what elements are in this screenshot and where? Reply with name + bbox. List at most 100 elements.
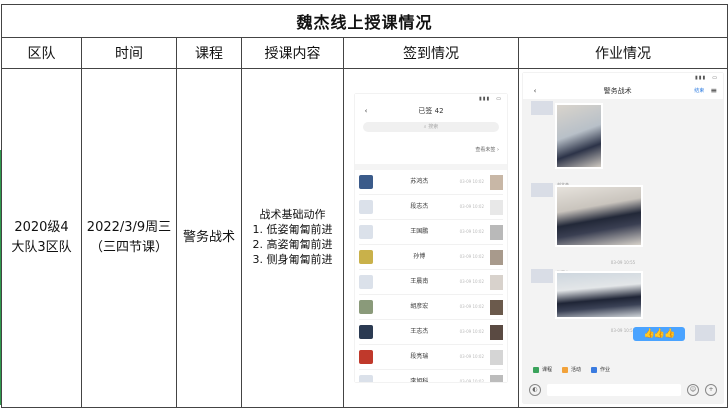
- avatar: [359, 375, 373, 382]
- header-checkin: 签到情况: [343, 37, 519, 69]
- checkin-time: 03-09 10:02: [459, 229, 484, 234]
- activity-icon: [562, 367, 569, 373]
- course-icon: [533, 367, 540, 373]
- avatar: [359, 175, 373, 189]
- checkin-time: 03-09 10:02: [459, 329, 484, 334]
- homework-nav: ‹ 警务战术 结束 ≡: [523, 83, 724, 99]
- student-name: 王晨南: [410, 278, 429, 285]
- content-cell: 战术基础动作 1. 低姿匍匐前进 2. 高姿匍匐前进 3. 侧身匍匐前进: [241, 68, 344, 408]
- timestamp: 03-09 10:55: [610, 328, 636, 333]
- list-item: 王国鹏 03-09 10:02: [359, 220, 503, 245]
- content-title: 战术基础动作: [259, 207, 326, 221]
- timestamp: 03-09 10:55: [610, 260, 636, 265]
- title-row: 魏杰线上授课情况: [0, 4, 728, 38]
- checkin-cell: ▮▮▮ ▭ ‹ 已签 42 ⌕ 搜索 查看未签 › 苏鸿杰 03-09 10:02 …: [343, 68, 519, 408]
- checkin-photo: [490, 374, 503, 382]
- homework-screenshot: ▮▮▮▭ ‹ 警务战术 结束 ≡ 刘文杰 03-09 10:55: [523, 73, 724, 403]
- unit-cell: 2020级4大队3区队: [1, 68, 82, 408]
- list-item: 王晨南 03-09 10:02: [359, 270, 503, 295]
- back-icon: ‹: [533, 87, 537, 95]
- battery-icon: ▭: [496, 96, 501, 102]
- list-item: 胡彦宏 03-09 10:02: [359, 295, 503, 320]
- header-row: 区队 时间 课程 授课内容 签到情况 作业情况: [1, 37, 728, 69]
- checkin-time: 03-09 10:02: [459, 179, 484, 184]
- time-period: （三四节课）: [89, 240, 168, 255]
- tool-label: 活动: [571, 367, 582, 373]
- list-item: 段亮瑞 03-09 10:02: [359, 345, 503, 370]
- emoji-icon: ☺: [687, 384, 700, 396]
- plus-icon: +: [705, 384, 718, 396]
- avatar: [359, 350, 373, 364]
- time-date: 2022/3/9周三: [86, 220, 172, 235]
- checkin-photo: [490, 299, 503, 315]
- checkin-photo: [490, 324, 503, 340]
- avatar: [359, 200, 373, 214]
- done-label: 结束: [694, 88, 705, 94]
- student-name: 苏鸿杰: [410, 178, 429, 185]
- checkin-time: 03-09 10:02: [459, 204, 484, 209]
- student-name: 李旭科: [410, 378, 429, 382]
- checkin-photo: [490, 174, 503, 190]
- student-name: 段志杰: [410, 203, 429, 210]
- chat-toolbar: 课程 活动 作业: [523, 360, 724, 380]
- reply-bubble: 👍👍👍: [633, 327, 686, 341]
- list-item: 苏鸿杰 03-09 10:02: [359, 170, 503, 195]
- checkin-photo: [490, 249, 503, 265]
- time-cell: 2022/3/9周三 （三四节课）: [81, 68, 177, 408]
- list-item: 王志杰 03-09 10:02: [359, 320, 503, 345]
- checkin-photo: [490, 199, 503, 215]
- avatar: [359, 300, 373, 314]
- lesson-row: 2020级4大队3区队 2022/3/9周三 （三四节课） 警务战术 战术基础动…: [1, 68, 728, 408]
- header-time: 时间: [81, 37, 177, 69]
- checkin-nav: ‹ 已签 42: [355, 104, 507, 118]
- avatar: [531, 269, 554, 283]
- tool-course: 课程: [533, 360, 552, 380]
- header-course: 课程: [176, 37, 242, 69]
- list-item: 段志杰 03-09 10:02: [359, 195, 503, 220]
- report-table: 魏杰线上授课情况 区队 时间 课程 授课内容 签到情况 作业情况 2020级4大…: [0, 4, 728, 408]
- search-icon: ⌕: [423, 124, 427, 130]
- checkin-time: 03-09 10:02: [459, 354, 484, 359]
- course-cell: 警务战术: [176, 68, 242, 408]
- student-name: 胡彦宏: [410, 303, 429, 310]
- checkin-list: 苏鸿杰 03-09 10:02 段志杰 03-09 10:02 王国鹏 03-09 1…: [355, 170, 507, 382]
- homework-photo: [555, 103, 604, 169]
- chat-input-bar: ◐ ☺ +: [523, 381, 723, 399]
- checkin-screenshot: ▮▮▮ ▭ ‹ 已签 42 ⌕ 搜索 查看未签 › 苏鸿杰 03-09 10:02 …: [355, 94, 507, 382]
- sheet-title: 魏杰线上授课情况: [0, 4, 728, 38]
- checkin-time: 03-09 10:02: [459, 379, 484, 382]
- list-item: 孙博 03-09 10:02: [359, 245, 503, 270]
- tool-homework: 作业: [591, 360, 610, 380]
- homework-icon: [591, 367, 598, 373]
- back-icon: ‹: [364, 107, 368, 115]
- lesson-report-sheet: 魏杰线上授课情况 区队 时间 课程 授课内容 签到情况 作业情况 2020级4大…: [0, 0, 728, 411]
- checkin-time: 03-09 10:02: [459, 254, 484, 259]
- avatar: [531, 183, 554, 197]
- tool-label: 课程: [542, 367, 553, 373]
- content-item: 2. 高姿匍匐前进: [252, 237, 333, 251]
- unit-text: 2020级4大队3区队: [11, 220, 72, 255]
- header-content: 授课内容: [241, 37, 344, 69]
- view-unsigned-label: 查看未签: [475, 147, 496, 153]
- checkin-photo: [490, 274, 503, 290]
- student-name: 孙博: [413, 253, 426, 260]
- avatar: [359, 225, 373, 239]
- checkin-time: 03-09 10:02: [459, 279, 484, 284]
- chat-area: 刘文杰 03-09 10:55 张嘉文 03-09 10:55 👍👍👍: [523, 99, 723, 357]
- checkin-photo: [490, 349, 503, 365]
- content-item: 1. 低姿匍匐前进: [252, 222, 333, 236]
- avatar: [359, 325, 373, 339]
- checkin-search: ⌕ 搜索: [363, 122, 499, 132]
- checkin-photo: [490, 224, 503, 240]
- homework-title: 警务战术: [603, 87, 632, 95]
- student-name: 王志杰: [410, 328, 429, 335]
- homework-photo: [555, 185, 644, 247]
- avatar: [359, 250, 373, 264]
- chat-input: [547, 384, 682, 396]
- voice-icon: ◐: [529, 384, 542, 396]
- avatar: [531, 101, 554, 115]
- checkin-time: 03-09 10:02: [459, 304, 484, 309]
- student-name: 王国鹏: [410, 228, 429, 235]
- avatar: [695, 325, 716, 341]
- header-unit: 区队: [1, 37, 82, 69]
